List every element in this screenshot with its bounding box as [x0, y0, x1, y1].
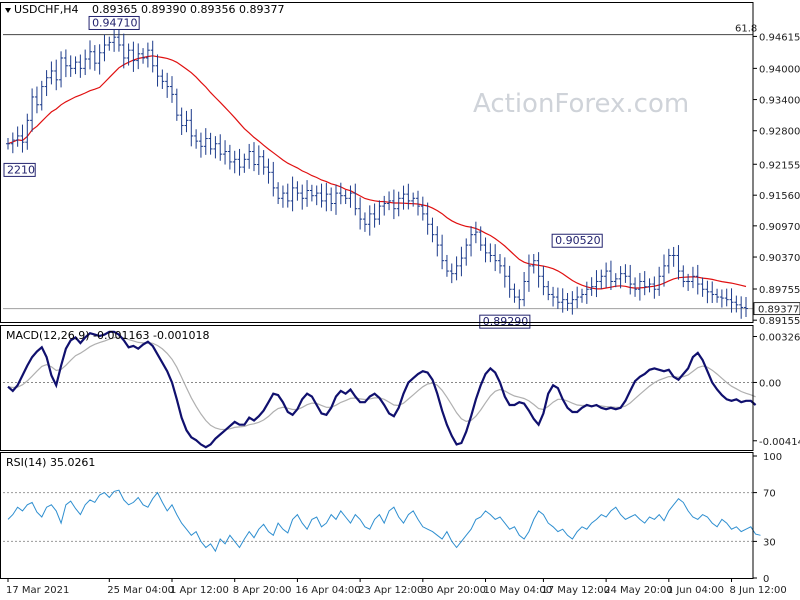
price-tick-label: 0.89755	[759, 285, 800, 296]
usdchf-chart: ActionForex.com 61.8 0.94710 2210 0.89290 0…	[0, 0, 800, 600]
time-label: 1 Apr 12:00	[170, 585, 229, 596]
time-label: 23 Apr 12:00	[358, 585, 423, 596]
macd-tick-label: -0.004144	[759, 437, 800, 448]
annotation-text: 2210	[7, 163, 35, 176]
annotation-0.90520: 0.90520	[551, 233, 603, 248]
price-tick-label: 0.94615	[759, 32, 800, 43]
price-tick-label: 0.90970	[759, 222, 800, 233]
current-price-label: 0.89377	[758, 305, 799, 316]
annotation-0.89290: 0.89290	[479, 314, 531, 329]
time-label: 8 Jun 12:00	[730, 585, 787, 596]
rsi-tick-label: 30	[763, 537, 776, 548]
annotation-text: 0.90520	[555, 234, 601, 247]
price-tick-label: 0.92155	[759, 160, 800, 171]
time-label: 17 Mar 2021	[6, 585, 69, 596]
rsi-tick-label: 0	[763, 574, 769, 585]
time-label: 1 Jun 04:00	[667, 585, 724, 596]
fib-label: 61.8	[735, 24, 757, 35]
macd-label: MACD(12,26,9) -0.001163 -0.001018	[6, 329, 209, 342]
time-label: 30 Apr 20:00	[421, 585, 486, 596]
annotation-text: 0.89290	[483, 315, 529, 328]
time-label: 25 Mar 04:00	[107, 585, 174, 596]
time-label: 24 May 20:00	[604, 585, 673, 596]
price-tick-label: 0.90370	[759, 253, 800, 264]
time-label: 8 Apr 20:00	[233, 585, 292, 596]
annotation-0.94710: 0.94710	[88, 15, 140, 30]
ohlc-header: 0.89365 0.89390 0.89356 0.89377	[92, 3, 284, 16]
annotation-text: 0.94710	[92, 16, 138, 29]
rsi-tick-label: 100	[763, 452, 782, 463]
annotation-2210: 2210	[3, 162, 36, 177]
rsi-tick-label: 70	[763, 489, 776, 500]
macd-tick-label: 0.00	[759, 378, 781, 389]
time-label: 16 Apr 04:00	[295, 585, 360, 596]
price-tick-label: 0.94000	[759, 64, 800, 75]
symbol-header: USDCHF,H4	[14, 3, 79, 16]
time-label: 17 May 12:00	[541, 585, 610, 596]
watermark: ActionForex.com	[473, 89, 689, 119]
macd-tick-label: 0.003268	[759, 332, 800, 343]
price-tick-label: 0.92800	[759, 127, 800, 138]
rsi-label: RSI(14) 35.0261	[6, 456, 95, 469]
price-tick-label: 0.91560	[759, 191, 800, 202]
price-tick-label: 0.89155	[759, 316, 800, 327]
price-tick-label: 0.93400	[759, 96, 800, 107]
